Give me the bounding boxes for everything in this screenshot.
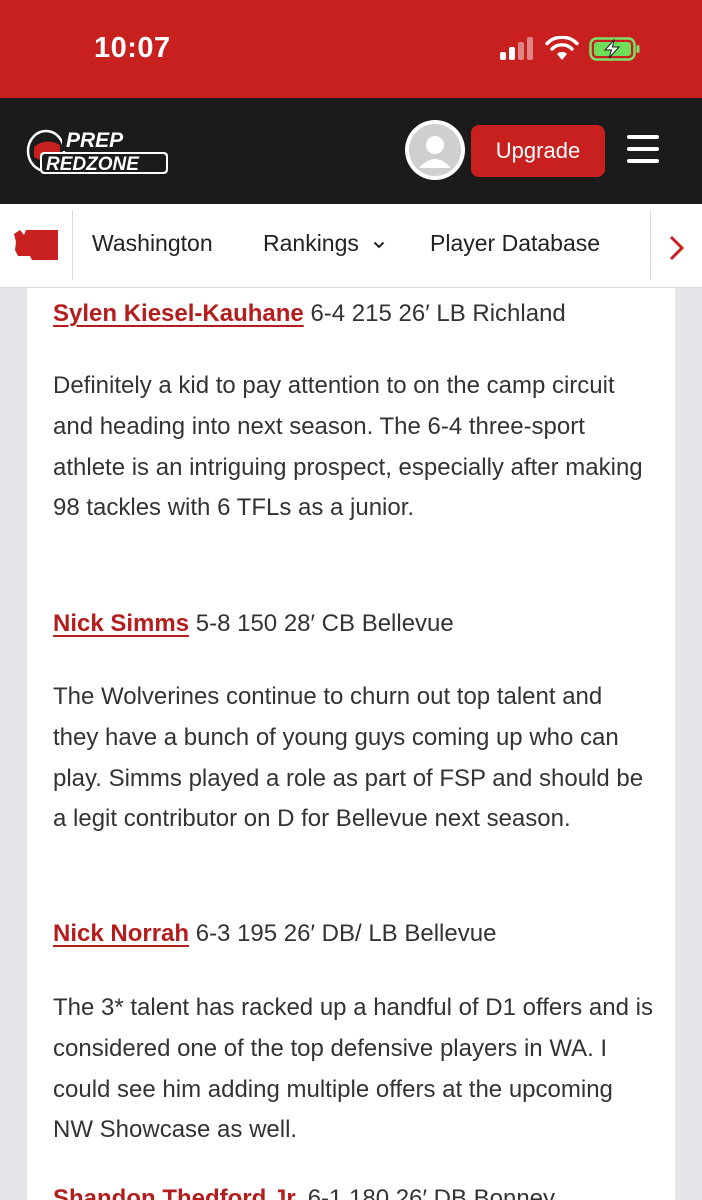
player-details: 6-1 180 26′ DB Bonney: [307, 1185, 556, 1200]
player-entry: Nick Norrah 6-3 195 26′ DB/ LB Bellevue: [53, 919, 653, 949]
subnav-divider: [72, 210, 73, 280]
player-description-entry: The Wolverines continue to churn out top…: [53, 677, 653, 840]
status-time: 10:07: [94, 32, 171, 64]
player-line: Nick Simms 5-8 150 28′ CB Bellevue: [53, 609, 653, 639]
player-entry: Sylen Kiesel-Kauhane 6-4 215 26′ LB Rich…: [53, 299, 653, 329]
top-navigation: PREP REDZONE Upgrade: [0, 98, 702, 204]
player-details: 6-4 215 26′ LB Richland: [310, 300, 566, 327]
sub-navigation: Washington Rankings Player Database: [0, 204, 702, 288]
player-details: 5-8 150 28′ CB Bellevue: [195, 610, 454, 637]
player-description-entry: The 3* talent has racked up a handful of…: [53, 988, 653, 1151]
nav-washington[interactable]: Washington: [92, 230, 213, 257]
nav-player-database[interactable]: Player Database: [430, 230, 600, 257]
chevron-down-icon: [374, 241, 385, 249]
battery-charging-icon: [589, 37, 640, 61]
signal-icon: [500, 36, 536, 62]
player-link[interactable]: Sylen Kiesel-Kauhane: [53, 300, 304, 327]
wifi-icon: [545, 36, 579, 60]
user-avatar[interactable]: [405, 120, 465, 180]
status-bar: 10:07: [0, 0, 702, 98]
player-link[interactable]: Nick Simms: [53, 610, 189, 637]
player-description-entry: Definitely a kid to pay attention to on …: [53, 366, 653, 529]
player-entry: Nick Simms 5-8 150 28′ CB Bellevue: [53, 609, 653, 639]
nav-rankings-label: Rankings: [263, 230, 359, 256]
nav-rankings[interactable]: Rankings: [263, 230, 385, 257]
player-link[interactable]: Nick Norrah: [53, 920, 189, 947]
upgrade-button[interactable]: Upgrade: [471, 125, 605, 177]
hamburger-menu-icon[interactable]: [627, 135, 659, 163]
washington-state-icon[interactable]: [12, 228, 60, 262]
chevron-right-icon[interactable]: [666, 234, 688, 262]
player-link[interactable]: Shandon Thedford Jr.: [53, 1185, 301, 1200]
prep-redzone-logo[interactable]: PREP REDZONE: [26, 125, 172, 175]
player-line: Shandon Thedford Jr. 6-1 180 26′ DB Bonn…: [53, 1184, 653, 1200]
player-description: The 3* talent has racked up a handful of…: [53, 994, 653, 1144]
player-line: Sylen Kiesel-Kauhane 6-4 215 26′ LB Rich…: [53, 299, 653, 329]
player-description: The Wolverines continue to churn out top…: [53, 683, 644, 833]
player-details: 6-3 195 26′ DB/ LB Bellevue: [195, 920, 497, 947]
player-line: Nick Norrah 6-3 195 26′ DB/ LB Bellevue: [53, 919, 653, 949]
svg-text:PREP: PREP: [66, 129, 124, 152]
svg-text:REDZONE: REDZONE: [46, 154, 140, 175]
subnav-divider: [650, 210, 651, 280]
player-description: Definitely a kid to pay attention to on …: [53, 372, 643, 522]
player-entry: Shandon Thedford Jr. 6-1 180 26′ DB Bonn…: [53, 1184, 653, 1200]
article-content: Sylen Kiesel-Kauhane 6-4 215 26′ LB Rich…: [27, 288, 675, 1200]
